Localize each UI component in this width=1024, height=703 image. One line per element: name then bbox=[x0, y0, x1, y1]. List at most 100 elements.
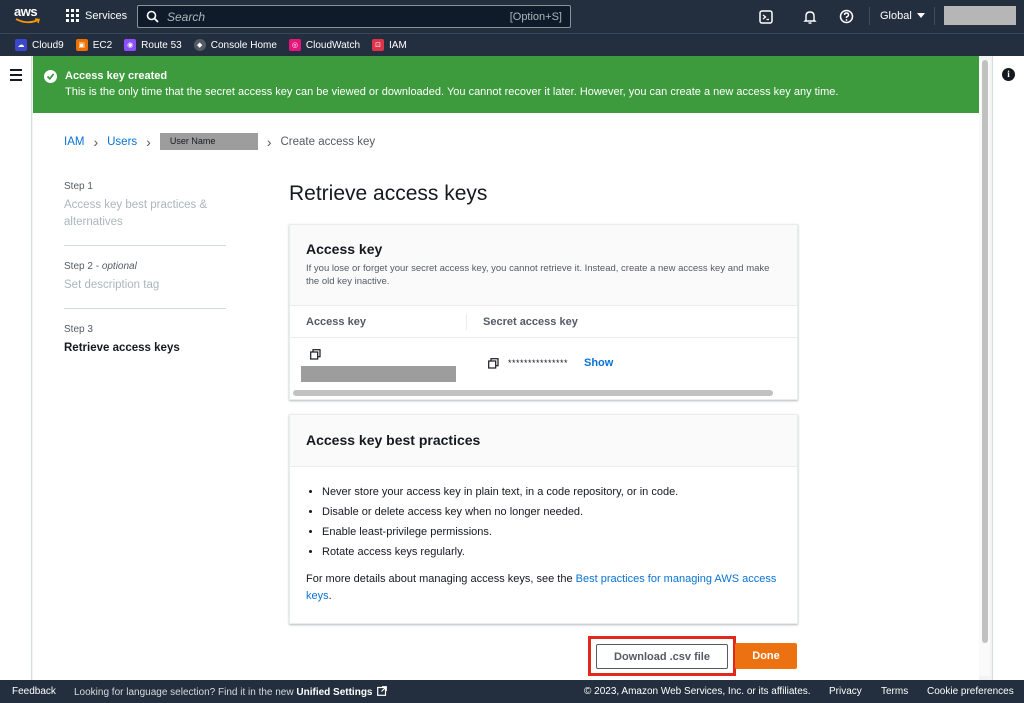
favorite-route53[interactable]: ◉ Route 53 bbox=[124, 39, 182, 51]
main-content: Access key created This is the only time… bbox=[33, 56, 979, 680]
region-selector[interactable]: Global bbox=[880, 10, 925, 22]
list-item: Rotate access keys regularly. bbox=[322, 546, 797, 558]
cookie-preferences-link[interactable]: Cookie preferences bbox=[927, 686, 1014, 697]
ec2-icon: ▣ bbox=[75, 39, 88, 51]
best-practices-list: Never store your access key in plain tex… bbox=[322, 486, 797, 558]
top-navigation: aws Services [Option+S] Global bbox=[0, 0, 1024, 33]
step-name: Access key best practices & alternatives bbox=[64, 199, 208, 228]
wizard-step-1: Step 1 Access key best practices & alter… bbox=[64, 181, 226, 246]
favorite-label: Route 53 bbox=[141, 39, 182, 51]
copy-icon[interactable] bbox=[310, 349, 321, 360]
terms-link[interactable]: Terms bbox=[881, 686, 908, 697]
favorite-cloud9[interactable]: ☁ Cloud9 bbox=[15, 39, 64, 51]
secret-key-masked: *************** bbox=[508, 358, 569, 368]
services-label: Services bbox=[85, 9, 128, 22]
breadcrumb-current: Create access key bbox=[280, 135, 376, 148]
cloud9-icon: ☁ bbox=[15, 39, 27, 51]
services-menu-button[interactable]: Services bbox=[66, 9, 127, 22]
favorite-cloudwatch[interactable]: ◎ CloudWatch bbox=[288, 39, 361, 51]
search-icon bbox=[146, 10, 159, 23]
best-practices-card-header: Access key best practices bbox=[290, 415, 797, 467]
left-rail bbox=[0, 56, 32, 680]
language-notice: Looking for language selection? Find it … bbox=[74, 686, 388, 698]
help-icon[interactable] bbox=[838, 8, 855, 25]
chevron-right-icon: › bbox=[146, 133, 151, 150]
step-number: Step 3 bbox=[64, 324, 93, 335]
wizard-steps: Step 1 Access key best practices & alter… bbox=[64, 181, 226, 386]
favorite-label: IAM bbox=[389, 39, 407, 51]
grid-icon bbox=[66, 9, 79, 22]
list-item: Never store your access key in plain tex… bbox=[322, 486, 797, 498]
favorite-ec2[interactable]: ▣ EC2 bbox=[75, 39, 113, 51]
search-shortcut: [Option+S] bbox=[509, 10, 562, 23]
column-header-access-key: Access key bbox=[290, 313, 467, 330]
aws-smile-icon bbox=[15, 18, 40, 24]
flash-title: Access key created bbox=[65, 70, 168, 82]
card-title: Access key best practices bbox=[306, 432, 481, 448]
step-name: Set description tag bbox=[64, 279, 160, 291]
breadcrumb: IAM › Users › User Name › Create access … bbox=[64, 133, 375, 150]
unified-settings-link[interactable]: Unified Settings bbox=[296, 687, 372, 698]
footer: Feedback Looking for language selection?… bbox=[0, 680, 1024, 703]
notifications-bell-icon[interactable] bbox=[801, 8, 818, 25]
step-number: Step 2 - optional bbox=[64, 261, 137, 272]
favorite-label: CloudWatch bbox=[305, 39, 361, 51]
account-menu-redacted[interactable] bbox=[944, 6, 1016, 25]
best-practices-card: Access key best practices Never store yo… bbox=[289, 414, 798, 624]
card-description: If you lose or forget your secret access… bbox=[306, 263, 770, 287]
favorite-console-home[interactable]: ◆ Console Home bbox=[193, 39, 277, 51]
wizard-step-2: Step 2 - optional Set description tag bbox=[64, 261, 226, 309]
success-flash-banner: Access key created This is the only time… bbox=[33, 56, 979, 113]
cube-icon: ◆ bbox=[193, 39, 206, 51]
scrollbar-thumb[interactable] bbox=[982, 60, 988, 643]
favorite-label: Cloud9 bbox=[32, 39, 64, 51]
search-box[interactable]: [Option+S] bbox=[137, 5, 571, 28]
card-title: Access key bbox=[306, 241, 383, 257]
nav-divider bbox=[934, 7, 935, 25]
cloudshell-icon[interactable] bbox=[757, 8, 774, 25]
table-row: *************** Show bbox=[290, 338, 797, 389]
aws-logo-text: aws bbox=[14, 4, 38, 19]
breadcrumb-user-name-redacted[interactable]: User Name bbox=[159, 133, 258, 150]
copyright: © 2023, Amazon Web Services, Inc. or its… bbox=[584, 686, 811, 697]
privacy-link[interactable]: Privacy bbox=[829, 686, 862, 697]
region-label: Global bbox=[880, 10, 912, 22]
copy-icon[interactable] bbox=[488, 358, 499, 369]
access-key-card: Access key If you lose or forget your se… bbox=[289, 224, 798, 400]
page-title: Retrieve access keys bbox=[289, 182, 488, 205]
breadcrumb-iam[interactable]: IAM bbox=[64, 136, 84, 148]
success-check-icon bbox=[44, 70, 57, 83]
column-header-secret: Secret access key bbox=[483, 315, 578, 328]
done-button[interactable]: Done bbox=[735, 643, 797, 669]
nav-divider bbox=[869, 7, 870, 25]
menu-hamburger-icon[interactable] bbox=[10, 69, 22, 84]
external-link-icon bbox=[377, 686, 388, 696]
access-key-card-header: Access key If you lose or forget your se… bbox=[290, 225, 797, 306]
feedback-link[interactable]: Feedback bbox=[12, 686, 56, 697]
favorite-iam[interactable]: ⊡ IAM bbox=[372, 39, 407, 51]
step-number: Step 1 bbox=[64, 181, 93, 192]
list-item: Disable or delete access key when no lon… bbox=[322, 506, 797, 518]
favorite-label: EC2 bbox=[92, 39, 113, 51]
breadcrumb-users[interactable]: Users bbox=[107, 136, 137, 148]
vertical-scrollbar[interactable] bbox=[979, 60, 990, 676]
aws-logo[interactable]: aws bbox=[14, 5, 42, 27]
caret-down-icon bbox=[916, 13, 925, 18]
search-input[interactable] bbox=[167, 9, 510, 24]
download-csv-button[interactable]: Download .csv file bbox=[596, 644, 728, 669]
right-rail: i bbox=[992, 56, 1024, 680]
step-name-active: Retrieve access keys bbox=[64, 342, 180, 354]
info-icon[interactable]: i bbox=[1002, 68, 1015, 81]
show-secret-link[interactable]: Show bbox=[584, 357, 613, 369]
favorite-label: Console Home bbox=[210, 39, 277, 51]
list-item: Enable least-privilege permissions. bbox=[322, 526, 797, 538]
nav-icon-group bbox=[757, 8, 855, 25]
table-header: Access key Secret access key bbox=[290, 306, 797, 338]
cloudwatch-icon: ◎ bbox=[288, 39, 301, 51]
route53-icon: ◉ bbox=[124, 39, 137, 51]
access-key-value-redacted bbox=[301, 366, 456, 382]
chevron-right-icon: › bbox=[93, 133, 99, 150]
horizontal-scrollbar[interactable] bbox=[293, 390, 773, 396]
iam-icon: ⊡ bbox=[372, 39, 385, 51]
more-details-text: For more details about managing access k… bbox=[306, 573, 777, 602]
